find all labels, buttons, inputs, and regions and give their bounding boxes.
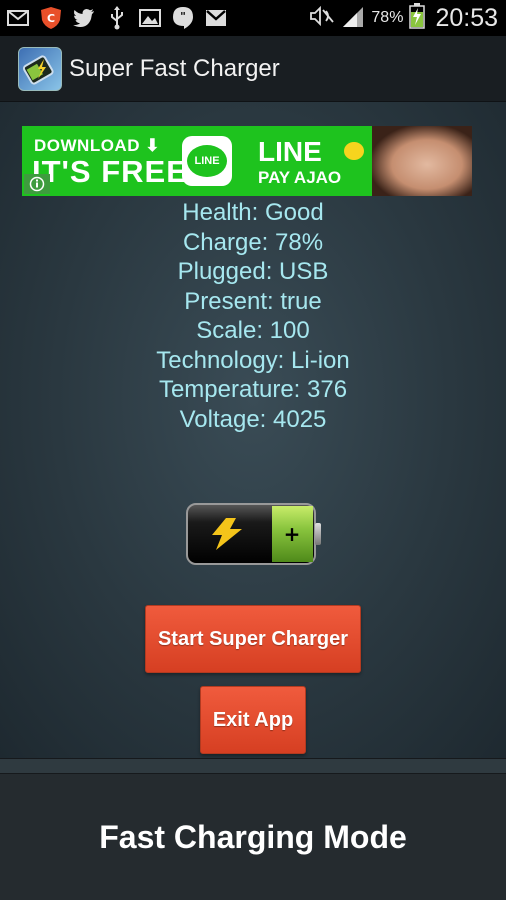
present-text: Present: true <box>184 287 322 315</box>
gmail-icon <box>204 7 228 29</box>
line-logo-icon: LINE <box>182 136 232 186</box>
hangouts-icon: " <box>171 7 195 29</box>
mail-icon <box>6 7 30 29</box>
usb-icon <box>105 6 129 30</box>
battery-info-list: Health: Good Charge: 78% Plugged: USB Pr… <box>0 198 506 434</box>
clock: 20:53 <box>435 3 498 32</box>
scale-text: Scale: 100 <box>196 317 310 344</box>
start-super-charger-button[interactable]: Start Super Charger <box>145 605 361 673</box>
mute-icon <box>309 5 335 32</box>
action-bar: Super Fast Charger <box>0 36 506 102</box>
system-indicators: 78% 20:53 <box>309 2 498 34</box>
ad-model-photo <box>372 126 472 196</box>
shield-icon: C <box>39 7 63 29</box>
battery-plus-label: + <box>284 522 301 546</box>
chick-icon <box>344 142 364 160</box>
charge-text: Charge: 78% <box>182 228 324 256</box>
health-text: Health: Good <box>182 199 324 226</box>
ad-free-text: IT'S FREE! <box>32 154 200 189</box>
status-bar: C " 78% 20:53 <box>0 0 506 36</box>
footer-panel: Fast Charging Mode <box>0 774 506 900</box>
svg-text:": " <box>180 10 186 23</box>
info-icon[interactable] <box>24 174 50 194</box>
image-icon <box>138 7 162 29</box>
svg-text:C: C <box>47 12 55 25</box>
main-content: DOWNLOAD ⬇ IT'S FREE! LINE LINE PAY AJAO… <box>0 102 506 758</box>
technology-text: Technology: Li-ion <box>156 346 350 374</box>
battery-app-icon[interactable] <box>18 46 62 91</box>
divider <box>0 758 506 774</box>
signal-icon <box>341 5 365 32</box>
ad-download-text: DOWNLOAD ⬇ <box>34 136 160 155</box>
app-title: Super Fast Charger <box>69 54 280 82</box>
plugged-text: Plugged: USB <box>177 258 329 285</box>
line-logo-label: LINE <box>187 145 227 177</box>
ad-banner[interactable]: DOWNLOAD ⬇ IT'S FREE! LINE LINE PAY AJAO <box>22 126 472 196</box>
battery-percent: 78% <box>371 9 404 26</box>
ad-brand: LINE <box>258 136 322 167</box>
twitter-icon <box>72 7 96 29</box>
ad-tagline: PAY AJAO <box>258 168 342 187</box>
notification-icons: C " <box>6 6 228 30</box>
exit-app-button[interactable]: Exit App <box>200 686 306 754</box>
voltage-text: Voltage: 4025 <box>179 405 327 433</box>
charging-mode-text: Fast Charging Mode <box>99 818 407 855</box>
battery-charging-icon <box>409 2 426 34</box>
battery-graphic-icon: + <box>186 503 322 565</box>
temperature-text: Temperature: 376 <box>158 376 348 403</box>
